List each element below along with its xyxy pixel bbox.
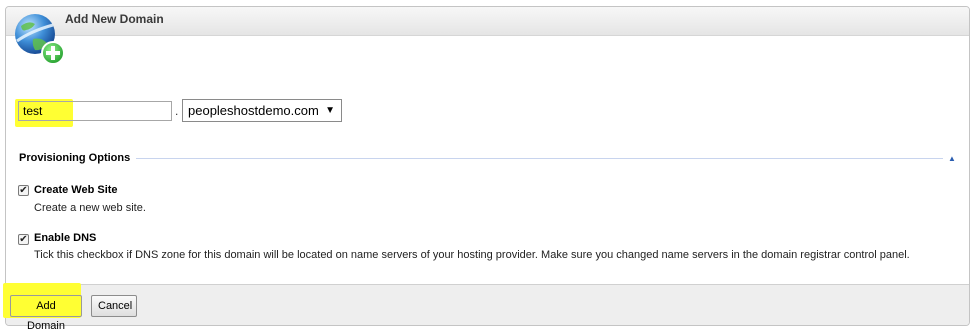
enable-dns-checkbox[interactable]: ✔ xyxy=(18,234,29,245)
collapse-arrow-icon[interactable]: ▲ xyxy=(948,154,956,163)
create-web-site-label: Create Web Site xyxy=(34,184,118,196)
panel-title: Add New Domain xyxy=(65,12,164,26)
section-divider xyxy=(136,158,943,159)
parent-domain-value: peopleshostdemo.com xyxy=(188,103,319,118)
provisioning-section-title: Provisioning Options xyxy=(19,152,131,164)
panel-footer xyxy=(6,284,969,325)
enable-dns-description: Tick this checkbox if DNS zone for this … xyxy=(34,249,910,261)
panel-header: Add New Domain xyxy=(6,7,969,36)
create-web-site-checkbox[interactable]: ✔ xyxy=(18,185,29,196)
cancel-button[interactable]: Cancel xyxy=(91,295,137,317)
parent-domain-select[interactable]: peopleshostdemo.com ▼ xyxy=(182,99,342,122)
globe-add-icon xyxy=(15,14,65,65)
enable-dns-label: Enable DNS xyxy=(34,232,97,244)
domain-separator: . xyxy=(175,104,179,118)
domain-name-input[interactable] xyxy=(18,101,172,121)
create-web-site-description: Create a new web site. xyxy=(34,202,146,214)
add-domain-panel: Add New Domain . peopleshostdemo.com ▼ P… xyxy=(5,6,970,326)
chevron-down-icon: ▼ xyxy=(325,105,335,116)
add-domain-button[interactable]: Add Domain xyxy=(10,295,82,332)
